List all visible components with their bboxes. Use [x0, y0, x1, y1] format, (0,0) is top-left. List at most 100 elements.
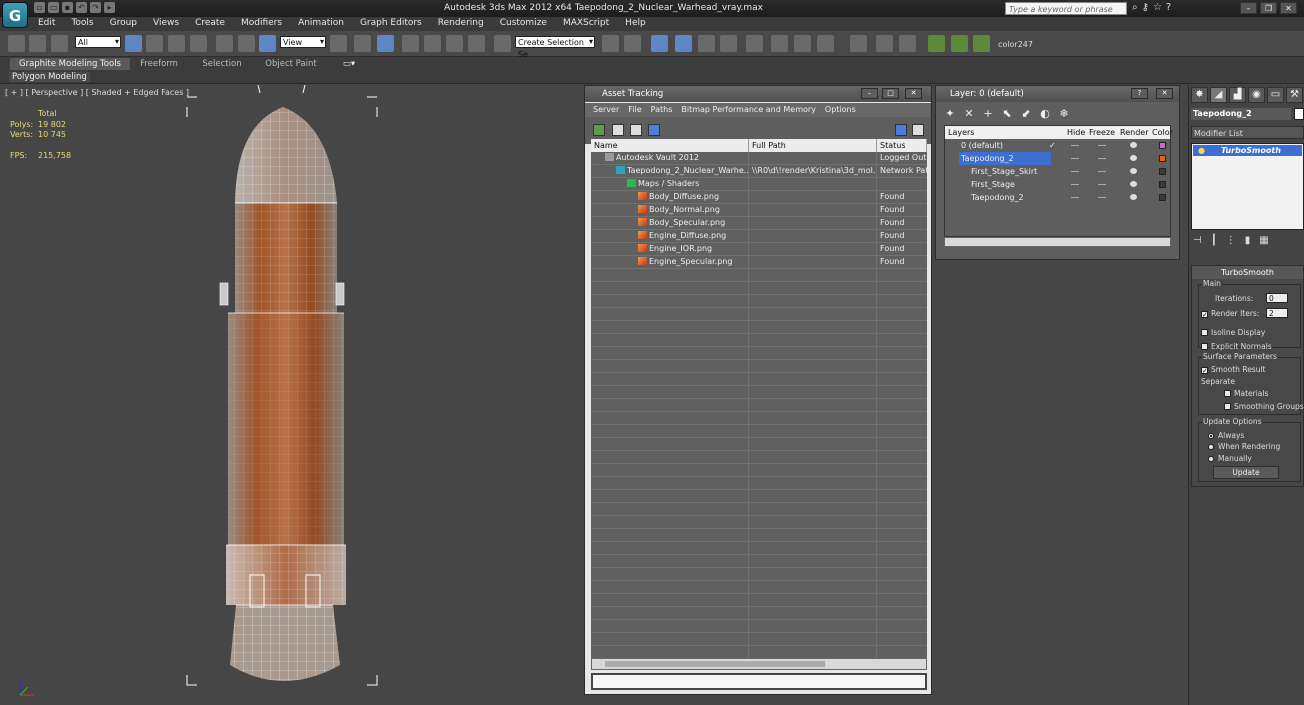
asset-horizontal-scrollbar[interactable] [591, 658, 927, 670]
table-row[interactable] [591, 503, 927, 516]
project-folder-icon[interactable]: ▸ [104, 2, 115, 13]
tab-graphite-modeling-tools[interactable]: Graphite Modeling Tools [10, 58, 130, 70]
hide-toggle[interactable] [1071, 171, 1079, 172]
layer-row[interactable]: Taepodong_2 [945, 191, 1170, 204]
table-row[interactable] [591, 516, 927, 529]
utilities-tab-icon[interactable]: ⚒ [1286, 87, 1303, 103]
add-to-layer-icon[interactable]: + [982, 108, 994, 120]
modify-tab-icon[interactable]: ◢ [1210, 87, 1227, 103]
table-row[interactable] [591, 347, 927, 360]
table-row[interactable] [591, 412, 927, 425]
column-status-header[interactable]: Status [877, 139, 927, 152]
iterations-spinner[interactable]: 0 [1266, 293, 1288, 303]
asset-tracking-title-bar[interactable]: Asset Tracking – □ ✕ [585, 86, 931, 102]
freeze-all-icon[interactable]: ❄ [1058, 108, 1070, 120]
scroll-thumb[interactable] [605, 661, 825, 667]
layer-row[interactable]: Taepodong_2 [945, 152, 1170, 165]
selection-filter-dropdown[interactable]: All [75, 36, 121, 48]
table-row[interactable] [591, 633, 927, 646]
smooth-result-checkbox[interactable]: ✓ [1201, 367, 1208, 375]
named-selection-set-dropdown[interactable]: Create Selection Se [515, 36, 595, 59]
hide-toggle[interactable] [1071, 197, 1079, 198]
binoculars-icon[interactable]: ⌕ [1132, 2, 1138, 13]
layer-horizontal-scrollbar[interactable] [944, 237, 1171, 247]
pin-stack-icon[interactable]: ⊣ [1193, 235, 1202, 246]
minimize-button[interactable]: – [1240, 2, 1257, 14]
keyboard-shortcut-override-icon[interactable] [377, 35, 394, 52]
when-rendering-radio[interactable] [1208, 444, 1214, 450]
table-row[interactable] [591, 477, 927, 490]
manually-radio[interactable] [1208, 456, 1214, 462]
open-file-icon[interactable]: ▭ [48, 2, 59, 13]
app-logo[interactable]: G [2, 2, 28, 28]
show-end-result-icon[interactable]: ┃ [1211, 235, 1217, 246]
delete-layer-icon[interactable]: ✕ [963, 108, 975, 120]
angle-snap-icon[interactable] [424, 35, 441, 52]
table-row[interactable] [591, 321, 927, 334]
schematic-view-icon[interactable] [720, 35, 737, 52]
layer-color-swatch[interactable] [1159, 155, 1166, 162]
star-icon[interactable]: ☆ [1153, 2, 1162, 13]
table-row[interactable] [591, 308, 927, 321]
hide-toggle[interactable] [1071, 158, 1079, 159]
help-icon[interactable]: ? [1166, 2, 1171, 13]
smoothing-groups-checkbox[interactable] [1224, 403, 1231, 410]
menu-item-views[interactable]: Views [153, 18, 179, 28]
script-tool-icon[interactable] [928, 35, 945, 52]
table-row[interactable]: Autodesk Vault 2012 Logged Out [591, 152, 927, 165]
asset-close-button[interactable]: ✕ [905, 88, 922, 99]
materials-checkbox[interactable] [1224, 390, 1231, 397]
freeze-toggle[interactable] [1098, 171, 1106, 172]
menu-item-group[interactable]: Group [110, 18, 137, 28]
modifier-list-dropdown[interactable]: Modifier List [1191, 126, 1304, 139]
freeze-toggle[interactable] [1098, 145, 1106, 146]
color-column-header[interactable]: Color [1152, 126, 1173, 139]
vray-camera-icon[interactable] [899, 35, 916, 52]
create-layer-icon[interactable]: ✦ [944, 108, 956, 120]
ribbon-options-icon[interactable]: ▭▾ [340, 58, 358, 70]
table-row[interactable] [591, 399, 927, 412]
object-name-field[interactable]: Taepodong_2 [1191, 108, 1291, 120]
script-tool-3-icon[interactable] [973, 35, 990, 52]
move-icon[interactable] [216, 35, 233, 52]
table-row[interactable] [591, 438, 927, 451]
curve-editor-icon[interactable] [698, 35, 715, 52]
freeze-toggle[interactable] [1098, 184, 1106, 185]
missile-wireframe-model[interactable] [0, 85, 584, 705]
tab-selection[interactable]: Selection [198, 58, 246, 70]
vray-frame-buffer-icon[interactable] [850, 35, 867, 52]
layer-close-button[interactable]: ✕ [1156, 88, 1173, 99]
layer-color-swatch[interactable] [1159, 168, 1166, 175]
table-row[interactable] [591, 425, 927, 438]
table-row[interactable] [591, 490, 927, 503]
table-row[interactable] [591, 542, 927, 555]
window-crossing-icon[interactable] [190, 35, 207, 52]
table-row[interactable] [591, 282, 927, 295]
layer-name[interactable]: 0 (default) [959, 139, 1005, 152]
table-row[interactable] [591, 373, 927, 386]
snaps-toggle-icon[interactable] [402, 35, 419, 52]
render-teapot-icon[interactable] [817, 35, 834, 52]
select-manipulate-icon[interactable] [354, 35, 371, 52]
hierarchy-tab-icon[interactable]: ▟ [1229, 87, 1246, 103]
layer-row[interactable]: First_Stage_Skirt [945, 165, 1170, 178]
asset-status-field[interactable] [591, 673, 927, 690]
asset-menu-paths[interactable]: Paths [651, 103, 673, 117]
menu-item-create[interactable]: Create [195, 18, 225, 28]
update-button[interactable]: Update [1213, 466, 1279, 479]
freeze-column-header[interactable]: Freeze [1089, 126, 1115, 139]
create-tab-icon[interactable]: ✸ [1191, 87, 1208, 103]
layer-row[interactable]: 0 (default) ✓ [945, 139, 1170, 152]
render-iters-spinner[interactable]: 2 [1266, 308, 1288, 318]
menu-item-graph-editors[interactable]: Graph Editors [360, 18, 422, 28]
restore-button[interactable]: ❐ [1260, 2, 1277, 14]
graphite-toggle-icon[interactable] [675, 35, 692, 52]
column-name-header[interactable]: Name [591, 139, 749, 152]
rollout-header[interactable]: TurboSmooth [1192, 266, 1303, 279]
select-objects-icon[interactable]: ⬉ [1001, 108, 1013, 120]
table-row[interactable] [591, 555, 927, 568]
hide-toggle[interactable] [1071, 184, 1079, 185]
table-row[interactable] [591, 360, 927, 373]
freeze-toggle[interactable] [1098, 158, 1106, 159]
tab-freeform[interactable]: Freeform [138, 58, 180, 70]
